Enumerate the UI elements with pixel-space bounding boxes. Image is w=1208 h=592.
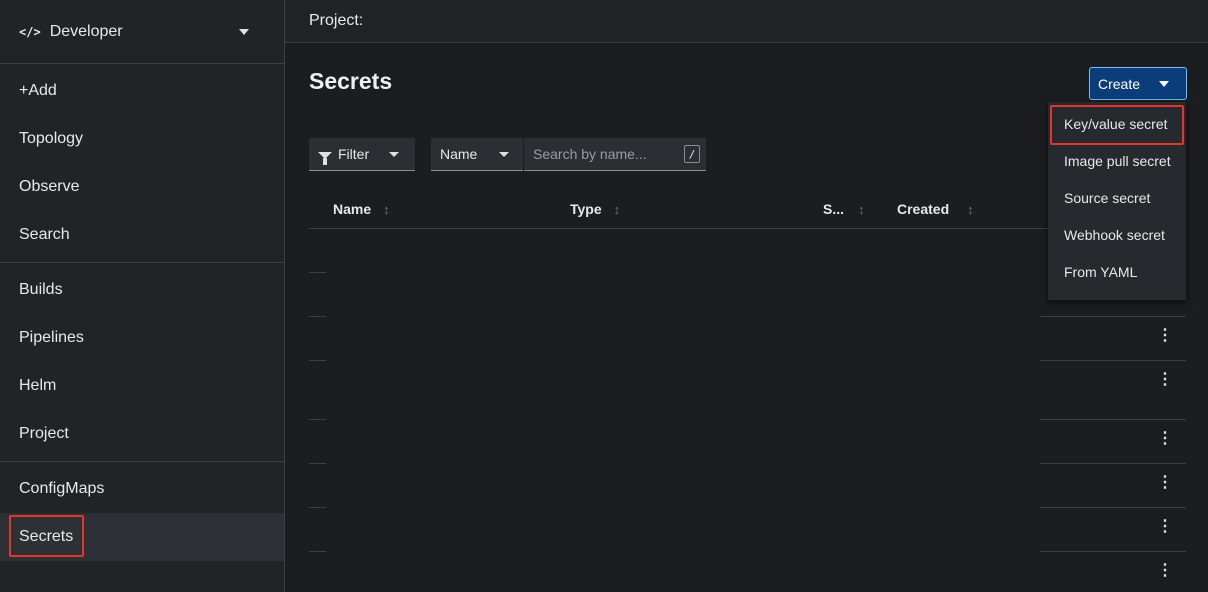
sidebar-item-label: Topology (19, 130, 84, 147)
row-divider (309, 272, 326, 273)
filter-dropdown[interactable]: Filter (309, 138, 415, 171)
sidebar-item-label: Search (19, 226, 70, 243)
row-actions-kebab-icon[interactable]: ⋮ (1157, 560, 1173, 580)
sidebar-item-configmaps[interactable]: ConfigMaps (0, 465, 284, 513)
sidebar-item-observe[interactable]: Observe (0, 163, 284, 211)
sidebar-item-topology[interactable]: Topology (0, 115, 284, 163)
row-divider (309, 463, 326, 464)
code-icon: </> (19, 24, 41, 39)
sort-icon: ↕ (858, 201, 865, 217)
sidebar-item-label: +Add (19, 82, 57, 99)
filter-icon (318, 151, 332, 165)
create-button[interactable]: Create (1089, 67, 1187, 100)
column-label: Name (333, 201, 372, 217)
sort-icon: ↕ (613, 201, 621, 217)
column-header-created[interactable]: Created ↕ (897, 201, 974, 217)
sidebar-item-pipelines[interactable]: Pipelines (0, 314, 284, 362)
row-divider (1040, 507, 1186, 508)
caret-down-icon (499, 151, 510, 157)
sidebar-item-label: Builds (19, 281, 63, 298)
create-button-label: Create (1098, 75, 1141, 92)
perspective-label: Developer (49, 22, 123, 40)
column-header-type[interactable]: Type ↕ (570, 201, 620, 217)
search-field[interactable]: / (524, 138, 706, 171)
project-bar: Project: (285, 0, 1208, 43)
column-label: Created (897, 201, 950, 217)
menu-item-image-pull-secret[interactable]: Image pull secret (1048, 142, 1186, 179)
nav-group-build: Builds Pipelines Helm Project (0, 263, 284, 462)
row-divider (309, 316, 326, 317)
row-divider (1040, 316, 1186, 317)
page-title: Secrets (309, 68, 393, 94)
sort-icon: ↕ (383, 201, 390, 217)
sidebar-item-secrets[interactable]: Secrets (0, 513, 284, 561)
nav-group-main: +Add Topology Observe Search (0, 64, 284, 263)
column-label: S... (823, 201, 845, 217)
row-divider (309, 507, 326, 508)
row-divider (309, 360, 326, 361)
filter-label: Filter (338, 146, 370, 162)
menu-item-from-yaml[interactable]: From YAML (1048, 253, 1186, 290)
nav-group-config: ConfigMaps Secrets (0, 462, 284, 564)
column-label: Type (570, 201, 602, 217)
column-header-name[interactable]: Name ↕ (333, 201, 390, 217)
project-selector[interactable]: Project: (309, 12, 363, 30)
caret-down-icon (1159, 80, 1170, 87)
row-divider (1040, 360, 1186, 361)
sidebar-item-project[interactable]: Project (0, 410, 284, 458)
sidebar: </> Developer +Add Topology Observe Sear… (0, 0, 285, 592)
menu-item-source-secret[interactable]: Source secret (1048, 179, 1186, 216)
sort-icon: ↕ (967, 201, 974, 217)
row-divider (1040, 463, 1186, 464)
row-actions-kebab-icon[interactable]: ⋮ (1157, 325, 1173, 345)
row-divider (1040, 551, 1186, 552)
name-filter-select[interactable]: Name (431, 138, 523, 171)
search-input[interactable] (533, 146, 673, 162)
sidebar-item-label: Observe (19, 178, 80, 195)
sidebar-item-helm[interactable]: Helm (0, 362, 284, 410)
row-actions-kebab-icon[interactable]: ⋮ (1157, 428, 1173, 448)
row-divider (309, 419, 326, 420)
sidebar-item-add[interactable]: +Add (0, 67, 284, 115)
row-actions-kebab-icon[interactable]: ⋮ (1157, 369, 1173, 389)
create-dropdown-menu: Key/value secret Image pull secret Sourc… (1048, 102, 1186, 300)
caret-down-icon (239, 28, 249, 35)
menu-item-label: Source secret (1064, 189, 1151, 206)
menu-item-label: From YAML (1064, 263, 1138, 280)
row-actions-kebab-icon[interactable]: ⋮ (1157, 472, 1173, 492)
sidebar-item-label: Pipelines (19, 329, 84, 346)
sidebar-item-label: Helm (19, 377, 57, 394)
sidebar-item-label: Project (19, 425, 69, 442)
caret-down-icon (389, 151, 400, 157)
perspective-switcher[interactable]: </> Developer (0, 0, 284, 64)
menu-item-webhook-secret[interactable]: Webhook secret (1048, 216, 1186, 253)
row-actions-kebab-icon[interactable]: ⋮ (1157, 516, 1173, 536)
menu-item-key-value-secret[interactable]: Key/value secret (1048, 105, 1186, 145)
sidebar-item-builds[interactable]: Builds (0, 266, 284, 314)
shortcut-hint: / (684, 145, 700, 163)
menu-item-label: Webhook secret (1064, 226, 1165, 243)
sidebar-item-label: ConfigMaps (19, 480, 105, 497)
sidebar-item-search[interactable]: Search (0, 211, 284, 259)
row-divider (309, 551, 326, 552)
name-select-label: Name (440, 146, 478, 162)
menu-item-label: Image pull secret (1064, 152, 1171, 169)
highlight-box (1050, 105, 1184, 145)
column-header-size[interactable]: S... ↕ (823, 201, 865, 217)
row-divider (1040, 419, 1186, 420)
highlight-box (9, 515, 84, 557)
